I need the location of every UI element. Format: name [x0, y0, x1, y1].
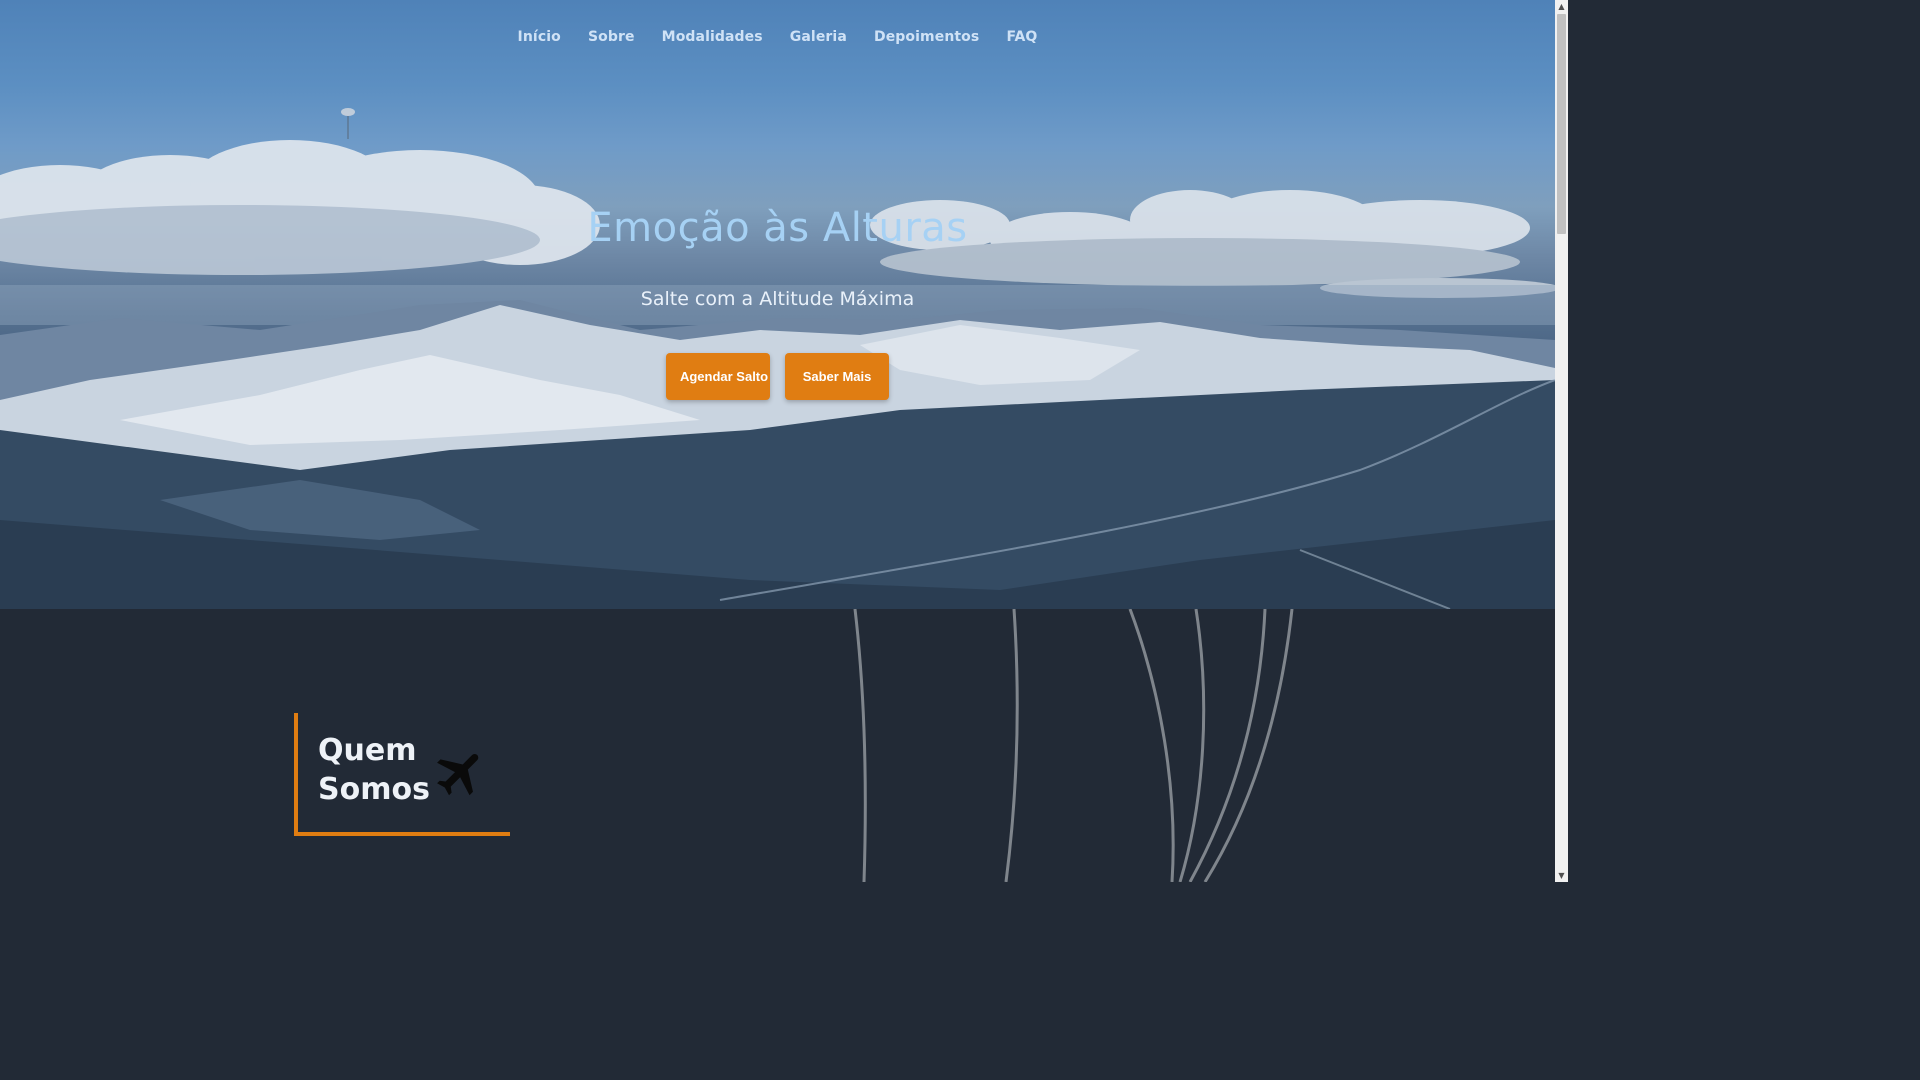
scroll-up-arrow-icon[interactable]: ▲ — [1555, 0, 1568, 13]
learn-more-button[interactable]: Saber Mais — [785, 353, 890, 400]
nav-item-galeria[interactable]: Galeria — [790, 29, 847, 45]
nav-item-faq[interactable]: FAQ — [1006, 29, 1037, 45]
nav-item-sobre[interactable]: Sobre — [588, 29, 635, 45]
airplane-icon — [437, 753, 479, 796]
hero-section: Início Sobre Modalidades Galeria Depoime… — [0, 0, 1555, 609]
parachute — [341, 108, 355, 139]
nav-item-modalidades[interactable]: Modalidades — [662, 29, 763, 45]
hero-title: Emoção às Alturas — [587, 205, 968, 251]
scroll-thumb[interactable] — [1557, 14, 1566, 234]
main-nav: Início Sobre Modalidades Galeria Depoime… — [0, 26, 1555, 45]
decorative-lines — [853, 609, 1294, 882]
nav-item-inicio[interactable]: Início — [518, 29, 561, 45]
about-section: Quem Somos — [0, 609, 1555, 882]
schedule-jump-button[interactable]: Agendar Salto — [665, 353, 770, 400]
hero-cta-group: Agendar Salto Saber Mais — [0, 353, 1555, 400]
nav-item-depoimentos[interactable]: Depoimentos — [874, 29, 979, 45]
scroll-down-arrow-icon[interactable]: ▼ — [1555, 869, 1568, 882]
page-scrollbar[interactable]: ▲ ▼ — [1555, 0, 1568, 882]
about-heading-box: Quem Somos — [294, 713, 510, 836]
about-title: Quem Somos — [318, 733, 430, 807]
hero-subtitle: Salte com a Altitude Máxima — [640, 288, 915, 310]
